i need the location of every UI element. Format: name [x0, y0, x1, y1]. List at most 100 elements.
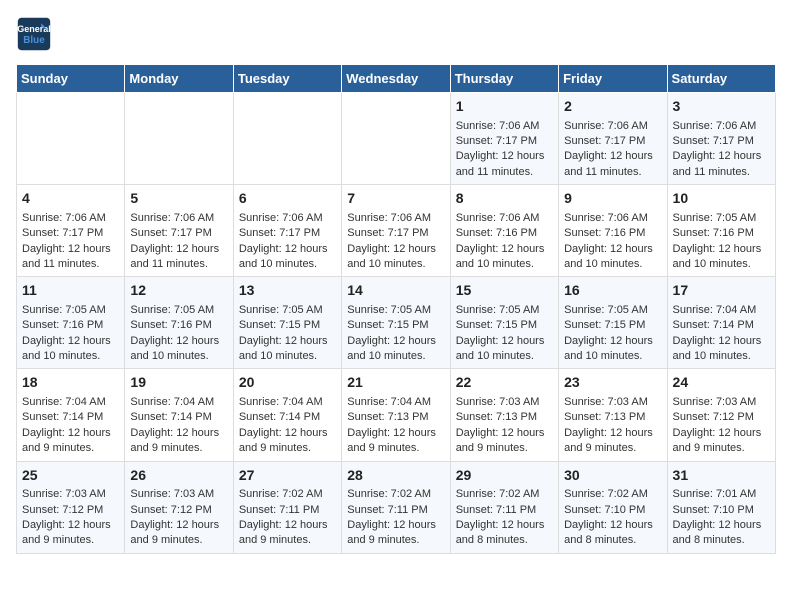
day-info: Sunrise: 7:03 AM Sunset: 7:12 PM Dayligh… — [22, 487, 119, 549]
calendar-cell: 1Sunrise: 7:06 AM Sunset: 7:17 PM Daylig… — [450, 93, 558, 185]
calendar-cell: 18Sunrise: 7:04 AM Sunset: 7:14 PM Dayli… — [17, 369, 125, 461]
calendar-cell: 15Sunrise: 7:05 AM Sunset: 7:15 PM Dayli… — [450, 277, 558, 369]
day-info: Sunrise: 7:04 AM Sunset: 7:14 PM Dayligh… — [239, 395, 336, 457]
day-number: 21 — [347, 373, 444, 393]
day-info: Sunrise: 7:05 AM Sunset: 7:15 PM Dayligh… — [239, 303, 336, 365]
day-number: 29 — [456, 466, 553, 486]
day-info: Sunrise: 7:05 AM Sunset: 7:15 PM Dayligh… — [347, 303, 444, 365]
day-number: 13 — [239, 281, 336, 301]
day-number: 14 — [347, 281, 444, 301]
day-number: 26 — [130, 466, 227, 486]
day-number: 3 — [673, 97, 770, 117]
calendar-cell — [17, 93, 125, 185]
day-number: 5 — [130, 189, 227, 209]
weekday-header-saturday: Saturday — [667, 65, 775, 93]
day-info: Sunrise: 7:06 AM Sunset: 7:17 PM Dayligh… — [239, 211, 336, 273]
calendar-cell: 28Sunrise: 7:02 AM Sunset: 7:11 PM Dayli… — [342, 461, 450, 553]
calendar-cell: 3Sunrise: 7:06 AM Sunset: 7:17 PM Daylig… — [667, 93, 775, 185]
day-info: Sunrise: 7:05 AM Sunset: 7:16 PM Dayligh… — [22, 303, 119, 365]
day-number: 28 — [347, 466, 444, 486]
day-info: Sunrise: 7:06 AM Sunset: 7:17 PM Dayligh… — [673, 119, 770, 181]
calendar-week-4: 18Sunrise: 7:04 AM Sunset: 7:14 PM Dayli… — [17, 369, 776, 461]
day-number: 25 — [22, 466, 119, 486]
day-info: Sunrise: 7:04 AM Sunset: 7:14 PM Dayligh… — [22, 395, 119, 457]
day-info: Sunrise: 7:03 AM Sunset: 7:12 PM Dayligh… — [673, 395, 770, 457]
day-info: Sunrise: 7:05 AM Sunset: 7:16 PM Dayligh… — [673, 211, 770, 273]
day-info: Sunrise: 7:01 AM Sunset: 7:10 PM Dayligh… — [673, 487, 770, 549]
day-info: Sunrise: 7:06 AM Sunset: 7:17 PM Dayligh… — [564, 119, 661, 181]
day-number: 1 — [456, 97, 553, 117]
calendar-cell: 11Sunrise: 7:05 AM Sunset: 7:16 PM Dayli… — [17, 277, 125, 369]
day-info: Sunrise: 7:05 AM Sunset: 7:15 PM Dayligh… — [456, 303, 553, 365]
calendar-cell: 31Sunrise: 7:01 AM Sunset: 7:10 PM Dayli… — [667, 461, 775, 553]
svg-text:Blue: Blue — [23, 35, 45, 46]
day-info: Sunrise: 7:04 AM Sunset: 7:14 PM Dayligh… — [130, 395, 227, 457]
calendar-week-3: 11Sunrise: 7:05 AM Sunset: 7:16 PM Dayli… — [17, 277, 776, 369]
calendar-cell: 27Sunrise: 7:02 AM Sunset: 7:11 PM Dayli… — [233, 461, 341, 553]
calendar-week-2: 4Sunrise: 7:06 AM Sunset: 7:17 PM Daylig… — [17, 185, 776, 277]
day-number: 20 — [239, 373, 336, 393]
day-info: Sunrise: 7:02 AM Sunset: 7:11 PM Dayligh… — [347, 487, 444, 549]
day-number: 17 — [673, 281, 770, 301]
day-number: 11 — [22, 281, 119, 301]
calendar-week-1: 1Sunrise: 7:06 AM Sunset: 7:17 PM Daylig… — [17, 93, 776, 185]
weekday-header-thursday: Thursday — [450, 65, 558, 93]
day-number: 24 — [673, 373, 770, 393]
weekday-header-tuesday: Tuesday — [233, 65, 341, 93]
calendar-cell — [125, 93, 233, 185]
calendar-cell: 13Sunrise: 7:05 AM Sunset: 7:15 PM Dayli… — [233, 277, 341, 369]
day-info: Sunrise: 7:06 AM Sunset: 7:16 PM Dayligh… — [564, 211, 661, 273]
day-number: 2 — [564, 97, 661, 117]
day-info: Sunrise: 7:06 AM Sunset: 7:17 PM Dayligh… — [347, 211, 444, 273]
calendar-cell: 20Sunrise: 7:04 AM Sunset: 7:14 PM Dayli… — [233, 369, 341, 461]
day-number: 23 — [564, 373, 661, 393]
calendar-cell: 12Sunrise: 7:05 AM Sunset: 7:16 PM Dayli… — [125, 277, 233, 369]
day-info: Sunrise: 7:06 AM Sunset: 7:17 PM Dayligh… — [130, 211, 227, 273]
day-number: 12 — [130, 281, 227, 301]
calendar-cell: 8Sunrise: 7:06 AM Sunset: 7:16 PM Daylig… — [450, 185, 558, 277]
weekday-header-friday: Friday — [559, 65, 667, 93]
day-number: 6 — [239, 189, 336, 209]
day-number: 4 — [22, 189, 119, 209]
weekday-header-sunday: Sunday — [17, 65, 125, 93]
weekday-header-row: SundayMondayTuesdayWednesdayThursdayFrid… — [17, 65, 776, 93]
day-number: 22 — [456, 373, 553, 393]
svg-text:General: General — [17, 24, 51, 34]
calendar-cell: 25Sunrise: 7:03 AM Sunset: 7:12 PM Dayli… — [17, 461, 125, 553]
day-info: Sunrise: 7:06 AM Sunset: 7:17 PM Dayligh… — [456, 119, 553, 181]
day-info: Sunrise: 7:06 AM Sunset: 7:16 PM Dayligh… — [456, 211, 553, 273]
calendar-cell: 7Sunrise: 7:06 AM Sunset: 7:17 PM Daylig… — [342, 185, 450, 277]
day-info: Sunrise: 7:05 AM Sunset: 7:16 PM Dayligh… — [130, 303, 227, 365]
header: General Blue — [16, 16, 776, 52]
calendar-cell: 14Sunrise: 7:05 AM Sunset: 7:15 PM Dayli… — [342, 277, 450, 369]
day-info: Sunrise: 7:03 AM Sunset: 7:13 PM Dayligh… — [564, 395, 661, 457]
calendar-cell: 30Sunrise: 7:02 AM Sunset: 7:10 PM Dayli… — [559, 461, 667, 553]
day-info: Sunrise: 7:05 AM Sunset: 7:15 PM Dayligh… — [564, 303, 661, 365]
day-info: Sunrise: 7:04 AM Sunset: 7:13 PM Dayligh… — [347, 395, 444, 457]
day-info: Sunrise: 7:06 AM Sunset: 7:17 PM Dayligh… — [22, 211, 119, 273]
weekday-header-monday: Monday — [125, 65, 233, 93]
day-info: Sunrise: 7:04 AM Sunset: 7:14 PM Dayligh… — [673, 303, 770, 365]
calendar-cell: 26Sunrise: 7:03 AM Sunset: 7:12 PM Dayli… — [125, 461, 233, 553]
calendar-cell: 2Sunrise: 7:06 AM Sunset: 7:17 PM Daylig… — [559, 93, 667, 185]
calendar-cell: 5Sunrise: 7:06 AM Sunset: 7:17 PM Daylig… — [125, 185, 233, 277]
day-number: 30 — [564, 466, 661, 486]
calendar-cell: 24Sunrise: 7:03 AM Sunset: 7:12 PM Dayli… — [667, 369, 775, 461]
day-number: 16 — [564, 281, 661, 301]
day-number: 15 — [456, 281, 553, 301]
calendar-cell: 10Sunrise: 7:05 AM Sunset: 7:16 PM Dayli… — [667, 185, 775, 277]
calendar-cell: 22Sunrise: 7:03 AM Sunset: 7:13 PM Dayli… — [450, 369, 558, 461]
day-info: Sunrise: 7:03 AM Sunset: 7:13 PM Dayligh… — [456, 395, 553, 457]
calendar-cell: 17Sunrise: 7:04 AM Sunset: 7:14 PM Dayli… — [667, 277, 775, 369]
calendar-table: SundayMondayTuesdayWednesdayThursdayFrid… — [16, 64, 776, 554]
day-info: Sunrise: 7:03 AM Sunset: 7:12 PM Dayligh… — [130, 487, 227, 549]
day-number: 7 — [347, 189, 444, 209]
logo: General Blue — [16, 16, 56, 52]
weekday-header-wednesday: Wednesday — [342, 65, 450, 93]
day-number: 18 — [22, 373, 119, 393]
calendar-cell — [342, 93, 450, 185]
day-info: Sunrise: 7:02 AM Sunset: 7:11 PM Dayligh… — [456, 487, 553, 549]
calendar-cell: 6Sunrise: 7:06 AM Sunset: 7:17 PM Daylig… — [233, 185, 341, 277]
day-info: Sunrise: 7:02 AM Sunset: 7:10 PM Dayligh… — [564, 487, 661, 549]
day-number: 8 — [456, 189, 553, 209]
